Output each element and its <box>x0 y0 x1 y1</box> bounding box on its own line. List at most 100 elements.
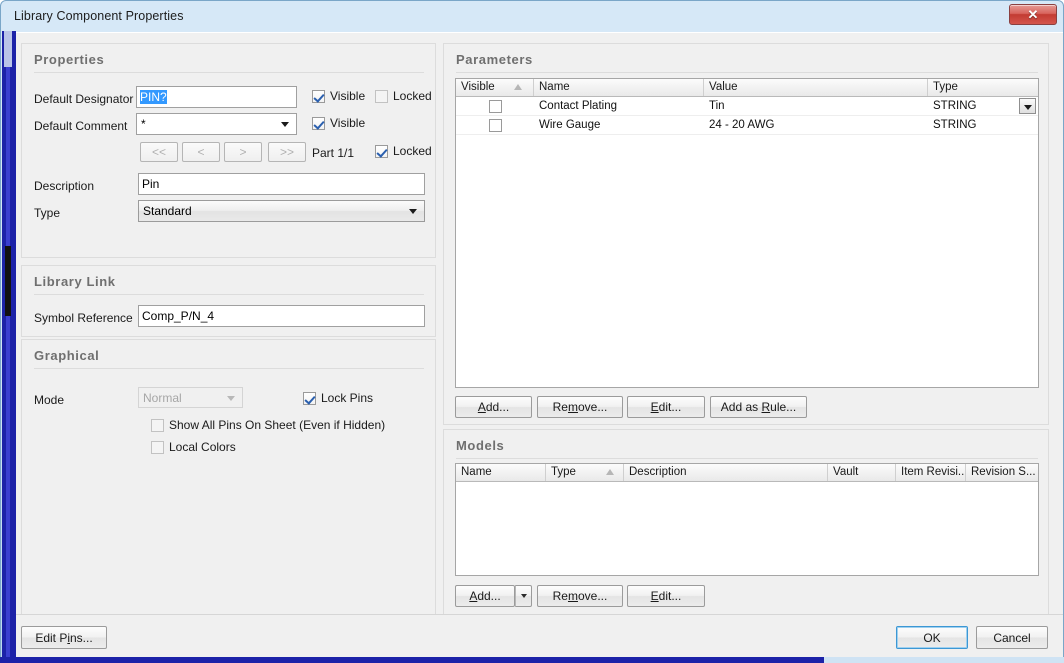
parameters-edit-button[interactable]: Edit... <box>627 396 705 418</box>
models-group-rule <box>456 458 1038 459</box>
parameter-type: STRING <box>928 116 1039 135</box>
designator-visible-label: Visible <box>330 89 365 103</box>
models-add-dropdown[interactable] <box>515 585 532 607</box>
part-first-button[interactable]: << <box>140 142 178 162</box>
properties-group: Properties Default Designator PIN? Visib… <box>21 43 436 258</box>
parameter-visible-checkbox[interactable] <box>489 100 502 113</box>
checkbox-box <box>312 90 325 103</box>
properties-group-title: Properties <box>34 52 104 67</box>
ok-button[interactable]: OK <box>896 626 968 649</box>
show-all-pins-checkbox[interactable]: Show All Pins On Sheet (Even if Hidden) <box>151 418 385 432</box>
checkbox-box <box>151 441 164 454</box>
default-designator-label: Default Designator <box>34 92 133 106</box>
models-remove-button[interactable]: Remove... <box>537 585 623 607</box>
close-icon: ✕ <box>1010 5 1056 24</box>
mode-combo: Normal <box>138 387 243 408</box>
local-colors-checkbox[interactable]: Local Colors <box>151 440 236 454</box>
parameters-col-value[interactable]: Value <box>704 79 928 96</box>
parameter-name: Contact Plating <box>534 97 704 116</box>
designator-locked-label: Locked <box>393 89 432 103</box>
parameter-value: 24 - 20 AWG <box>704 116 928 135</box>
table-row[interactable]: Wire Gauge 24 - 20 AWG STRING <box>456 116 1038 135</box>
parameters-col-name[interactable]: Name <box>534 79 704 96</box>
models-col-item-revision[interactable]: Item Revisi... <box>896 464 966 481</box>
parameters-grid-header: Visible Name Value Type <box>456 79 1038 97</box>
default-comment-combo[interactable]: * <box>136 113 297 135</box>
parameter-type: STRING <box>928 97 1018 116</box>
show-all-pins-label: Show All Pins On Sheet (Even if Hidden) <box>169 418 385 432</box>
graphical-group-rule <box>34 368 424 369</box>
default-designator-input[interactable]: PIN? <box>136 86 297 108</box>
parameters-edit-label: Edit... <box>651 400 682 414</box>
title-bar[interactable]: Library Component Properties ✕ <box>1 1 1063 31</box>
parameters-col-type[interactable]: Type <box>928 79 1039 96</box>
models-grid[interactable]: Name Type Description Vault Item Revisi.… <box>455 463 1039 576</box>
close-button[interactable]: ✕ <box>1009 4 1057 25</box>
dialog-footer: Edit Pins... OK Cancel <box>16 614 1063 658</box>
parameters-grid[interactable]: Visible Name Value Type Contact Plating … <box>455 78 1039 388</box>
models-col-name[interactable]: Name <box>456 464 546 481</box>
default-comment-label: Default Comment <box>34 119 127 133</box>
left-accent-bar <box>2 31 16 663</box>
parameter-visible-checkbox[interactable] <box>489 119 502 132</box>
properties-group-rule <box>34 72 424 73</box>
type-label: Type <box>34 206 60 220</box>
sort-ascending-icon <box>606 469 614 475</box>
dialog-client-area: Properties Default Designator PIN? Visib… <box>16 32 1063 658</box>
parameter-name: Wire Gauge <box>534 116 704 135</box>
checkbox-box <box>303 392 316 405</box>
chevron-down-icon <box>409 209 417 214</box>
accent-highlight <box>4 31 12 67</box>
models-group: Models Name Type Description Vault Item … <box>443 429 1049 615</box>
models-col-vault[interactable]: Vault <box>828 464 896 481</box>
models-col-revision-state[interactable]: Revision S... <box>966 464 1039 481</box>
designator-visible-checkbox[interactable]: Visible <box>312 89 365 103</box>
part-indicator-label: Part 1/1 <box>312 146 354 160</box>
comment-visible-checkbox[interactable]: Visible <box>312 116 365 130</box>
parameters-add-label: Add... <box>478 400 509 414</box>
symbol-reference-input[interactable]: Comp_P/N_4 <box>138 305 425 327</box>
accent-shadow <box>5 246 11 316</box>
models-edit-label: Edit... <box>651 589 682 603</box>
type-combo[interactable]: Standard <box>138 200 425 222</box>
parameters-remove-label: Remove... <box>553 400 608 414</box>
chevron-down-icon <box>281 122 289 127</box>
lock-pins-checkbox[interactable]: Lock Pins <box>303 391 373 405</box>
table-row[interactable]: Contact Plating Tin STRING <box>456 97 1038 116</box>
part-next-button[interactable]: > <box>224 142 262 162</box>
models-col-description[interactable]: Description <box>624 464 828 481</box>
part-prev-button[interactable]: < <box>182 142 220 162</box>
window-title: Library Component Properties <box>14 9 184 23</box>
models-edit-button[interactable]: Edit... <box>627 585 705 607</box>
parameters-add-button[interactable]: Add... <box>455 396 532 418</box>
models-add-button[interactable]: Add... <box>455 585 515 607</box>
mode-value: Normal <box>143 391 182 405</box>
library-link-group: Library Link Symbol Reference Comp_P/N_4 <box>21 265 436 337</box>
designator-locked-checkbox[interactable]: Locked <box>375 89 432 103</box>
part-locked-label: Locked <box>393 144 432 158</box>
parameters-col-visible[interactable]: Visible <box>456 79 534 96</box>
checkbox-box <box>151 419 164 432</box>
part-locked-checkbox[interactable]: Locked <box>375 144 432 158</box>
symbol-reference-label: Symbol Reference <box>34 311 133 325</box>
dialog-window: Library Component Properties ✕ Propertie… <box>0 0 1064 663</box>
models-grid-header: Name Type Description Vault Item Revisi.… <box>456 464 1038 482</box>
chevron-down-icon <box>1024 105 1032 110</box>
models-remove-label: Remove... <box>553 589 608 603</box>
mode-label: Mode <box>34 393 64 407</box>
checkbox-box <box>375 145 388 158</box>
parameters-group-title: Parameters <box>456 52 533 67</box>
part-last-button[interactable]: >> <box>268 142 306 162</box>
cancel-button[interactable]: Cancel <box>976 626 1048 649</box>
parameters-remove-button[interactable]: Remove... <box>537 396 623 418</box>
description-input[interactable]: Pin <box>138 173 425 195</box>
parameters-add-as-rule-label: Add as Rule... <box>721 400 796 414</box>
chevron-down-icon <box>521 594 527 598</box>
parameter-type-dropdown[interactable] <box>1019 98 1036 114</box>
parameters-add-as-rule-button[interactable]: Add as Rule... <box>710 396 807 418</box>
models-add-label: Add... <box>469 589 500 603</box>
edit-pins-button[interactable]: Edit Pins... <box>21 626 107 649</box>
accent-inner <box>6 31 10 663</box>
parameters-group: Parameters Visible Name Value Type Conta… <box>443 43 1049 425</box>
parameters-group-rule <box>456 72 1038 73</box>
